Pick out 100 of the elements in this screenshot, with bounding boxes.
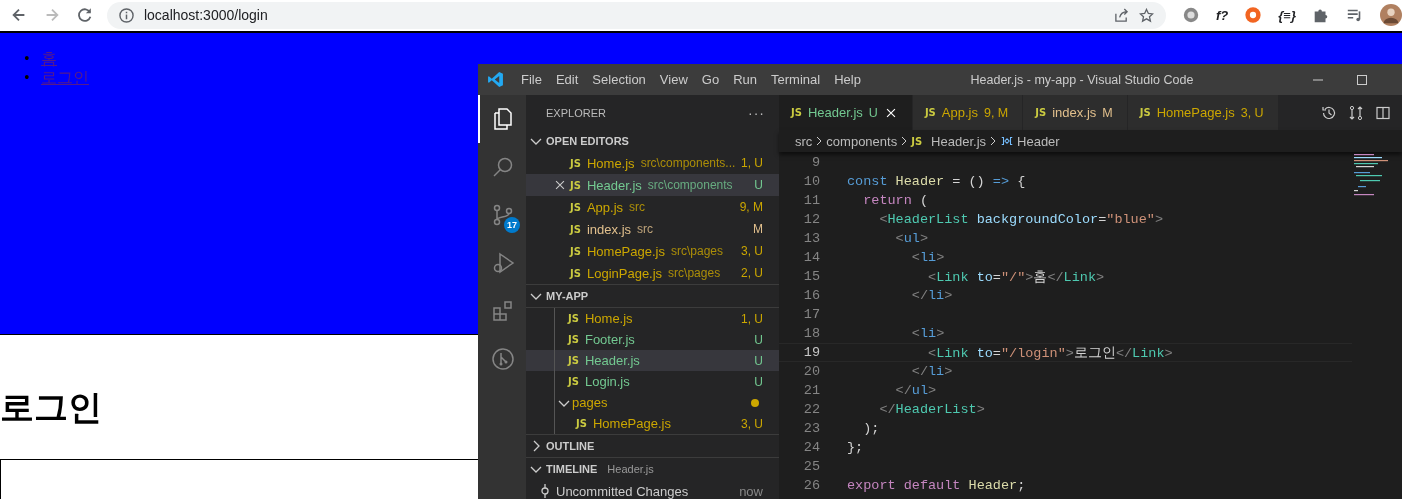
tab-name: index.js (1052, 105, 1097, 120)
js-icon: JS (570, 179, 581, 191)
avatar-icon[interactable] (1380, 4, 1402, 26)
section-title: OPEN EDITORS (546, 135, 629, 147)
tree-item[interactable]: JS HomePage.js 3, U (526, 413, 779, 434)
extension-button[interactable]: {≡} (1278, 7, 1296, 23)
breadcrumb[interactable]: Header.js (931, 133, 987, 149)
section-title: OUTLINE (546, 440, 595, 452)
menu-item[interactable]: Help (827, 72, 868, 87)
folder-item[interactable]: pages (526, 392, 779, 413)
editor-tab[interactable]: JS index.js M (1023, 95, 1128, 130)
close-icon[interactable] (553, 178, 567, 192)
line-number: 22 (802, 402, 820, 417)
status-label: 1, U (741, 156, 763, 170)
code-line: <Link to="/">홈</Link> (927, 268, 1105, 286)
line-number: 9 (810, 155, 820, 170)
panel-title: EXPLORER (546, 106, 606, 119)
editor-tab[interactable]: JS HomePage.js 3, U (1127, 95, 1279, 130)
menu-item[interactable]: Go (694, 72, 727, 87)
file-path: src (629, 200, 646, 214)
code-line: }; (847, 440, 864, 455)
share-icon[interactable] (1114, 7, 1129, 23)
line-number: 23 (802, 421, 820, 436)
section-header[interactable]: OUTLINE (526, 434, 779, 457)
code-line: <HeaderList backgroundColor="blue"> (878, 212, 1163, 227)
line-number: 26 (802, 478, 820, 493)
bullet: • (24, 68, 31, 87)
reload-icon[interactable] (75, 6, 94, 24)
history-icon[interactable] (1321, 104, 1337, 121)
bullet: • (24, 49, 31, 68)
split-editor-icon[interactable] (1375, 104, 1391, 121)
status-label: U (754, 353, 763, 368)
timeline-file: Header.js (607, 463, 654, 475)
code-line: const Header = () => { (847, 174, 1026, 189)
file-name: Header.js (584, 353, 640, 368)
menu-item[interactable]: Edit (548, 72, 586, 87)
tree-item[interactable]: JS Footer.js U (526, 329, 779, 350)
breadcrumb[interactable]: src (795, 133, 813, 149)
code-line: return ( (862, 193, 928, 208)
window-title: Header.js - my-app - Visual Studio Code (969, 72, 1195, 87)
menu-item[interactable]: File (514, 72, 549, 87)
line-number: 12 (802, 212, 820, 227)
star-icon[interactable] (1139, 7, 1154, 23)
file-name: App.js (586, 199, 624, 215)
section-header[interactable]: OPEN EDITORS (526, 130, 779, 152)
line-number: 17 (802, 307, 820, 322)
breadcrumb[interactable]: Header (1017, 133, 1060, 149)
section-header[interactable]: MY-APP (526, 284, 779, 307)
code-line: </ul> (894, 383, 937, 398)
code-line: </li> (910, 288, 953, 303)
file-name: LoginPage.js (586, 265, 663, 281)
open-editor-item[interactable]: JS LoginPage.js src\pages 2, U (526, 262, 779, 284)
file-path: src\components (647, 178, 733, 192)
open-editor-item[interactable]: JS Header.js src\components U (526, 174, 779, 196)
breadcrumb[interactable]: components (826, 133, 898, 149)
file-path: src (637, 222, 653, 236)
tab-name: App.js (941, 105, 978, 120)
status-label: 9, M (983, 105, 1009, 120)
line-number: 14 (802, 250, 820, 265)
menu-item[interactable]: Terminal (764, 72, 828, 87)
js-icon: JS (911, 135, 923, 147)
open-editor-item[interactable]: JS index.js src M (526, 218, 779, 240)
code-line: <li> (910, 326, 945, 341)
file-name: HomePage.js (592, 416, 671, 431)
status-label: 3, U (741, 416, 763, 431)
editor-tab[interactable]: JS Header.js U (779, 95, 913, 130)
status-label: 9, M (739, 200, 763, 214)
timeline-item[interactable]: Uncommitted Changes now (526, 480, 779, 499)
menu-item[interactable]: View (652, 72, 695, 87)
activity-button[interactable]: 17 (478, 191, 526, 239)
open-editor-item[interactable]: JS App.js src 9, M (526, 196, 779, 218)
js-icon: JS (1035, 107, 1047, 118)
code-line: <li> (910, 250, 945, 265)
js-icon: JS (568, 355, 579, 366)
open-editor-item[interactable]: JS Home.js src\components... 1, U (526, 152, 779, 174)
file-path: src\pages (668, 266, 721, 280)
address-bar[interactable]: localhost:3000/login (106, 1, 1166, 29)
lifebuoy-icon[interactable] (1244, 6, 1263, 24)
extension-button[interactable]: f? (1216, 7, 1229, 23)
tree-item[interactable]: JS Home.js 1, U (526, 308, 779, 329)
file-name: Home.js (584, 311, 633, 326)
line-number: 15 (802, 269, 820, 284)
extensions-icon (491, 299, 515, 323)
code-logo-icon (487, 71, 504, 88)
editor-tab[interactable]: JS App.js 9, M (912, 95, 1024, 130)
more-actions-button[interactable]: ··· (748, 104, 765, 121)
gear-icon[interactable] (1182, 6, 1200, 24)
tree-item[interactable]: JS Header.js U (526, 350, 779, 371)
js-icon: JS (568, 334, 579, 345)
info-icon[interactable] (118, 7, 134, 23)
menu-item[interactable]: Run (726, 72, 764, 87)
file-path: src\pages (671, 244, 723, 258)
tree-item[interactable]: JS Login.js U (526, 371, 779, 392)
compare-icon[interactable] (1348, 104, 1364, 121)
section-header[interactable]: TIMELINE Header.js (526, 457, 779, 480)
open-editor-item[interactable]: JS HomePage.js src\pages 3, U (526, 240, 779, 262)
menu-item[interactable]: Selection (585, 72, 653, 87)
status-label: M (1102, 105, 1113, 120)
count-badge: 17 (504, 217, 520, 233)
search-icon (491, 155, 515, 179)
